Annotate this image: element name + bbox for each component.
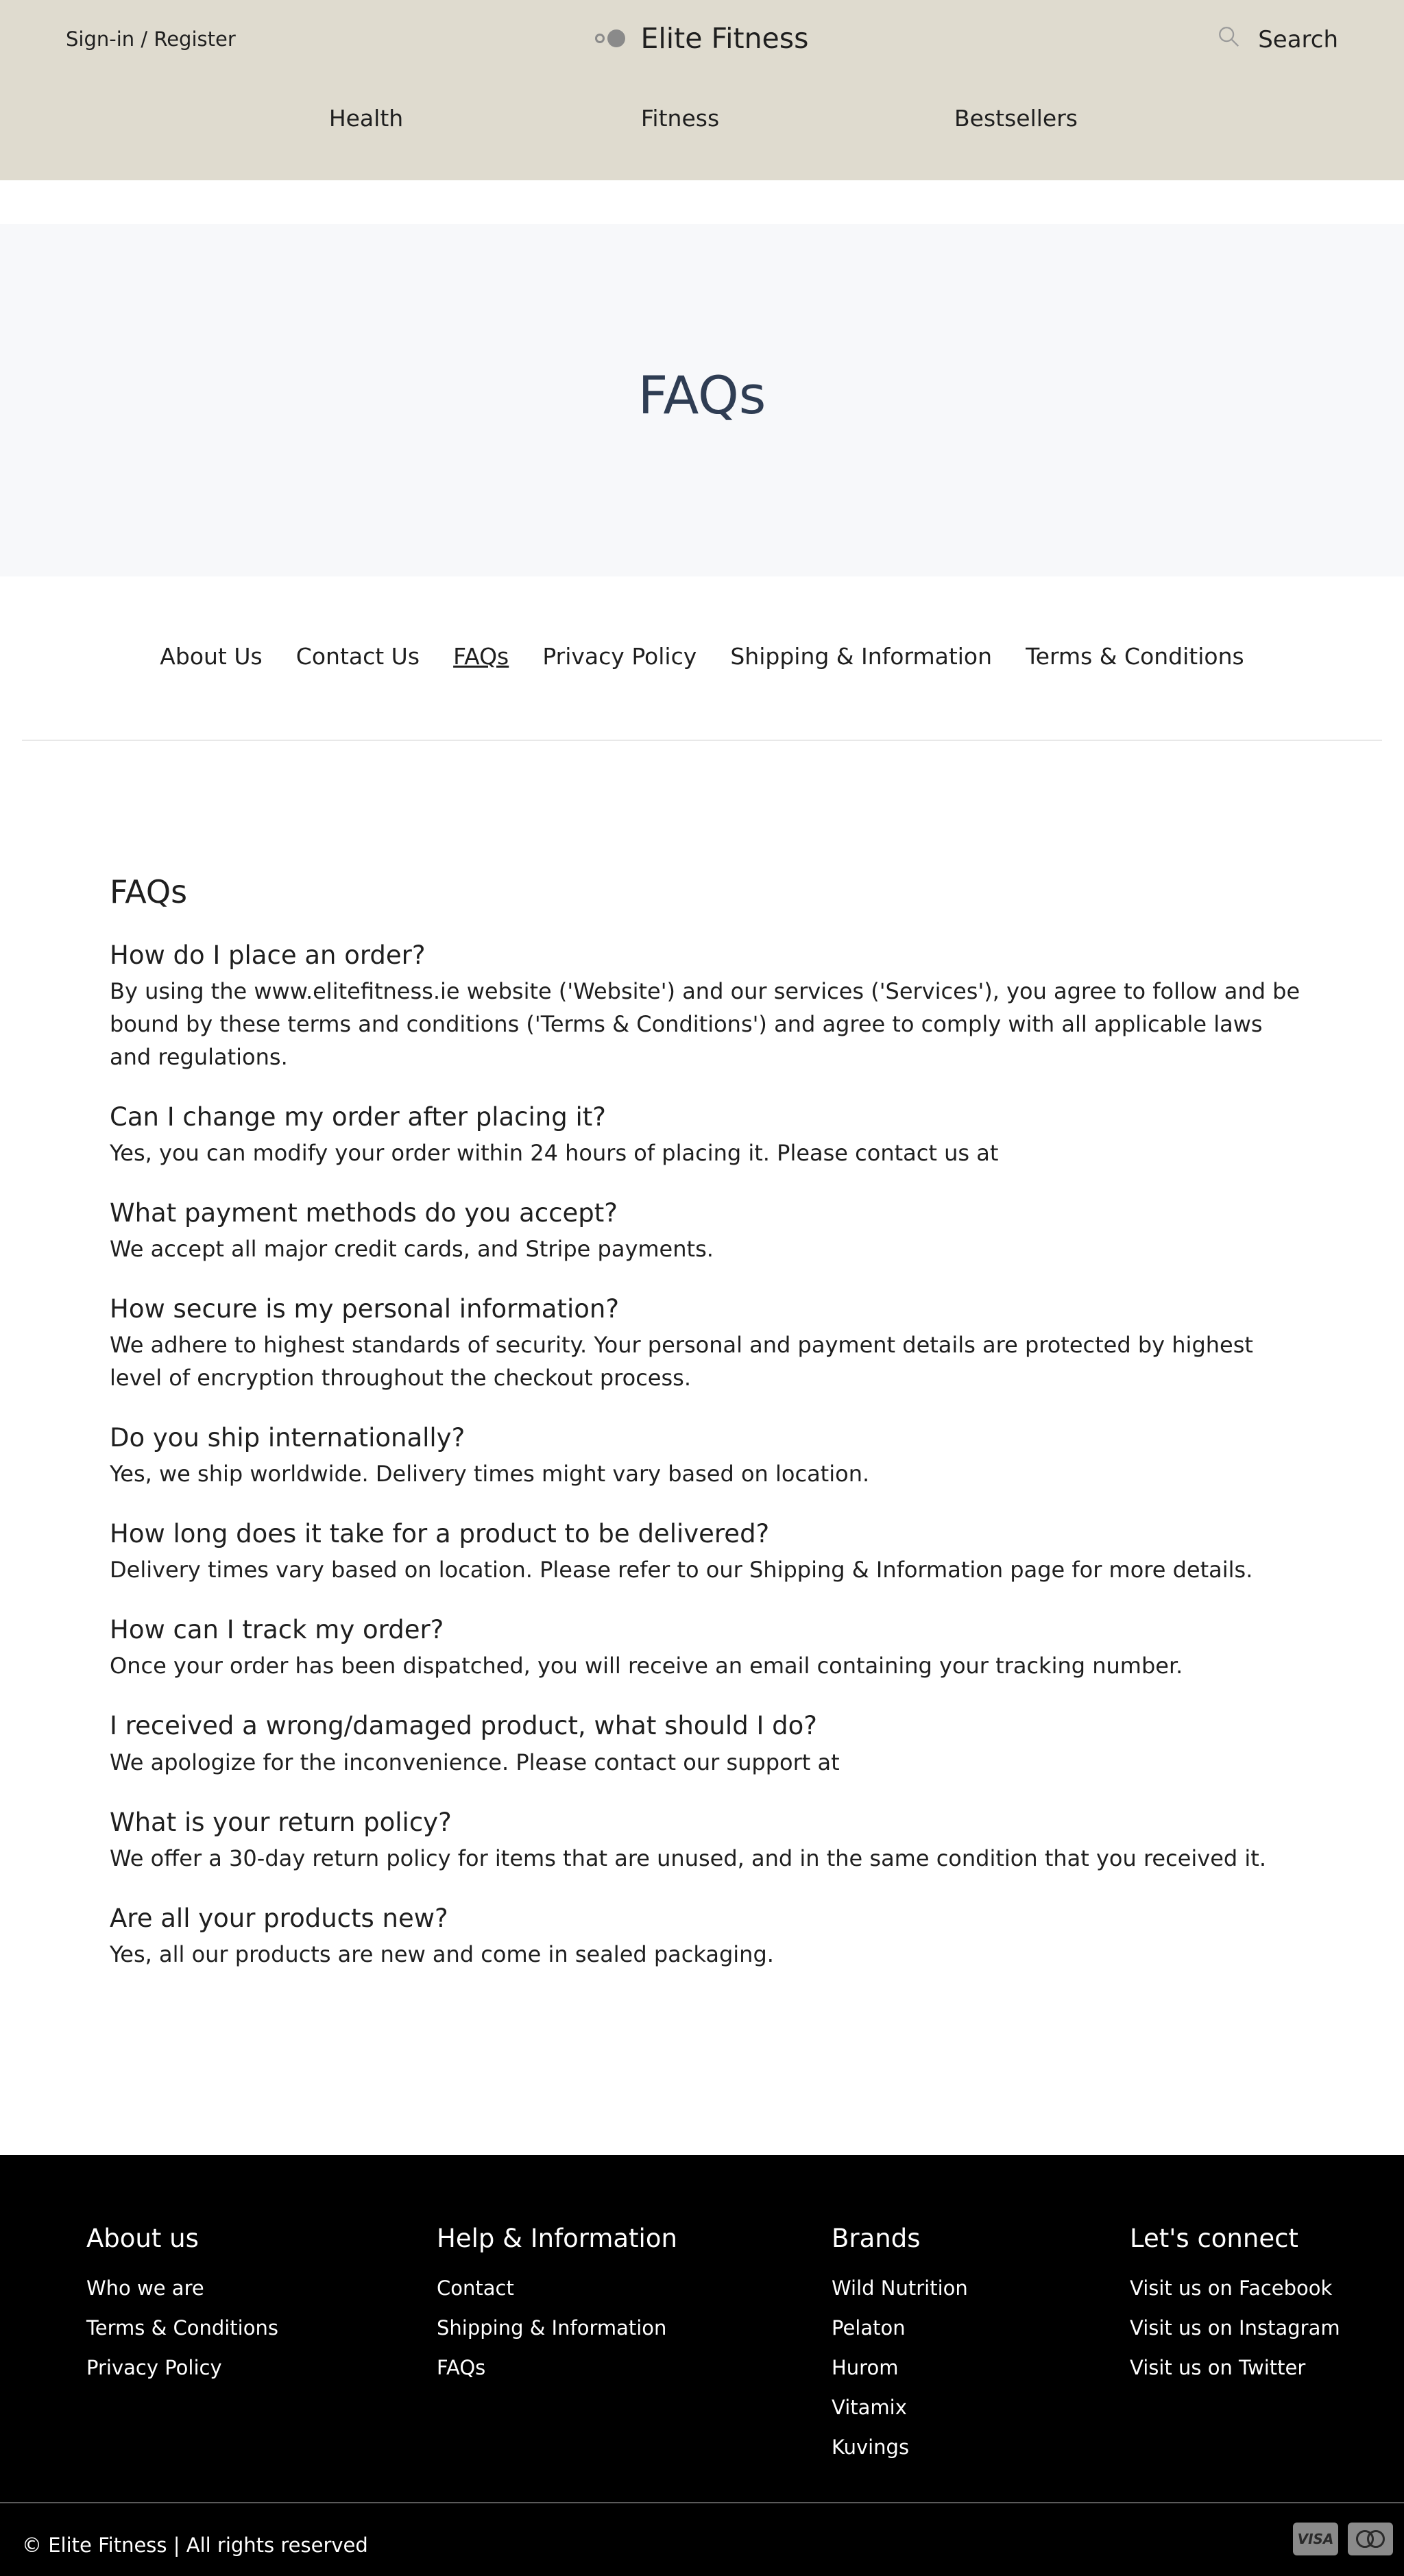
link-privacy-policy[interactable]: Privacy Policy — [542, 643, 697, 670]
footer-column-help: Help & Information Contact Shipping & In… — [437, 2224, 677, 2387]
footer-link-privacy[interactable]: Privacy Policy — [86, 2348, 278, 2387]
faq-question: What payment methods do you accept? — [110, 1198, 618, 1228]
faq-question: How do I place an order? — [110, 940, 426, 970]
link-faqs[interactable]: FAQs — [453, 643, 509, 670]
footer-column-title: Brands — [832, 2224, 921, 2253]
info-page-links: About Us Contact Us FAQs Privacy Policy … — [0, 643, 1404, 670]
brand-logo[interactable]: Elite Fitness — [0, 22, 1404, 55]
link-terms-conditions[interactable]: Terms & Conditions — [1026, 643, 1244, 670]
faq-answer: Delivery times vary based on location. P… — [110, 1557, 1253, 1583]
footer-link-who-we-are[interactable]: Who we are — [86, 2268, 278, 2308]
faq-answer: We apologize for the inconvenience. Plea… — [110, 1749, 840, 1775]
faq-question: Are all your products new? — [110, 1903, 448, 1933]
hero-banner: FAQs — [0, 224, 1404, 576]
footer-column-brands: Brands Wild Nutrition Pelaton Hurom Vita… — [832, 2224, 968, 2467]
site-footer: About us Who we are Terms & Conditions P… — [0, 2155, 1404, 2576]
faq-answer: Yes, you can modify your order within 24… — [110, 1139, 999, 1166]
faq-item: Can I change my order after placing it? … — [110, 1101, 1303, 1169]
footer-divider — [0, 2502, 1404, 2503]
footer-link-instagram[interactable]: Visit us on Instagram — [1130, 2308, 1340, 2348]
page-title: FAQs — [638, 365, 766, 426]
faq-answer: We adhere to highest standards of securi… — [110, 1332, 1253, 1392]
faq-answer: Once your order has been dispatched, you… — [110, 1653, 1183, 1679]
faq-heading: FAQs — [110, 873, 188, 910]
faq-question: What is your return policy? — [110, 1807, 452, 1837]
footer-link-shipping[interactable]: Shipping & Information — [437, 2308, 677, 2348]
link-shipping-information[interactable]: Shipping & Information — [730, 643, 992, 670]
faq-question: How secure is my personal information? — [110, 1294, 619, 1324]
footer-link-facebook[interactable]: Visit us on Facebook — [1130, 2268, 1340, 2308]
faq-item: How do I place an order? By using the ww… — [110, 939, 1303, 1073]
faq-question: How can I track my order? — [110, 1615, 444, 1645]
faq-answer: We offer a 30-day return policy for item… — [110, 1845, 1266, 1871]
footer-link-faqs[interactable]: FAQs — [437, 2348, 677, 2387]
logo-dots-icon — [595, 29, 626, 47]
footer-column-title: About us — [86, 2224, 199, 2253]
footer-column-title: Let's connect — [1130, 2224, 1298, 2253]
footer-column-connect: Let's connect Visit us on Facebook Visit… — [1130, 2224, 1340, 2387]
faq-content: FAQs How do I place an order? By using t… — [110, 872, 1303, 1998]
search-button[interactable]: Search — [1217, 25, 1338, 54]
faq-item: I received a wrong/damaged product, what… — [110, 1710, 1303, 1778]
search-icon — [1217, 25, 1240, 54]
copyright-text: © Elite Fitness | All rights reserved — [22, 2534, 368, 2557]
faq-answer: By using the www.elitefitness.ie website… — [110, 977, 1300, 1070]
footer-link-vitamix[interactable]: Vitamix — [832, 2387, 968, 2427]
nav-item-bestsellers[interactable]: Bestsellers — [954, 105, 1078, 132]
faq-answer: We accept all major credit cards, and St… — [110, 1236, 714, 1263]
faq-item: Do you ship internationally? Yes, we shi… — [110, 1422, 1303, 1490]
section-divider — [22, 740, 1382, 741]
footer-link-pelaton[interactable]: Pelaton — [832, 2308, 968, 2348]
faq-item: How secure is my personal information? W… — [110, 1293, 1303, 1394]
footer-link-contact[interactable]: Contact — [437, 2268, 677, 2308]
footer-column-about: About us Who we are Terms & Conditions P… — [86, 2224, 278, 2387]
brand-name: Elite Fitness — [640, 22, 809, 55]
footer-link-twitter[interactable]: Visit us on Twitter — [1130, 2348, 1340, 2387]
nav-item-health[interactable]: Health — [329, 105, 403, 132]
faq-question: I received a wrong/damaged product, what… — [110, 1711, 817, 1741]
faq-item: What is your return policy? We offer a 3… — [110, 1806, 1303, 1875]
link-contact-us[interactable]: Contact Us — [296, 643, 420, 670]
faq-item: What payment methods do you accept? We a… — [110, 1197, 1303, 1265]
footer-link-hurom[interactable]: Hurom — [832, 2348, 968, 2387]
footer-link-wild-nutrition[interactable]: Wild Nutrition — [832, 2268, 968, 2308]
footer-link-kuvings[interactable]: Kuvings — [832, 2427, 968, 2467]
payment-methods: VISA — [1293, 2523, 1393, 2555]
faq-answer: Yes, we ship worldwide. Delivery times m… — [110, 1461, 870, 1487]
link-about-us[interactable]: About Us — [160, 643, 262, 670]
faq-question: Do you ship internationally? — [110, 1423, 465, 1453]
visa-card-icon: VISA — [1293, 2523, 1338, 2555]
faq-question: How long does it take for a product to b… — [110, 1519, 770, 1549]
nav-item-fitness[interactable]: Fitness — [641, 105, 719, 132]
site-header: Sign-in / Register Elite Fitness Search … — [0, 0, 1404, 180]
main-nav: Health Fitness Bestsellers — [0, 105, 1404, 139]
faq-answer: Yes, all our products are new and come i… — [110, 1941, 774, 1967]
faq-item: How long does it take for a product to b… — [110, 1518, 1303, 1586]
faq-item: Are all your products new? Yes, all our … — [110, 1902, 1303, 1971]
mastercard-icon — [1348, 2523, 1393, 2555]
faq-item: How can I track my order? Once your orde… — [110, 1614, 1303, 1682]
search-label: Search — [1258, 25, 1338, 53]
faq-question: Can I change my order after placing it? — [110, 1102, 606, 1132]
footer-link-terms[interactable]: Terms & Conditions — [86, 2308, 278, 2348]
footer-column-title: Help & Information — [437, 2224, 677, 2253]
